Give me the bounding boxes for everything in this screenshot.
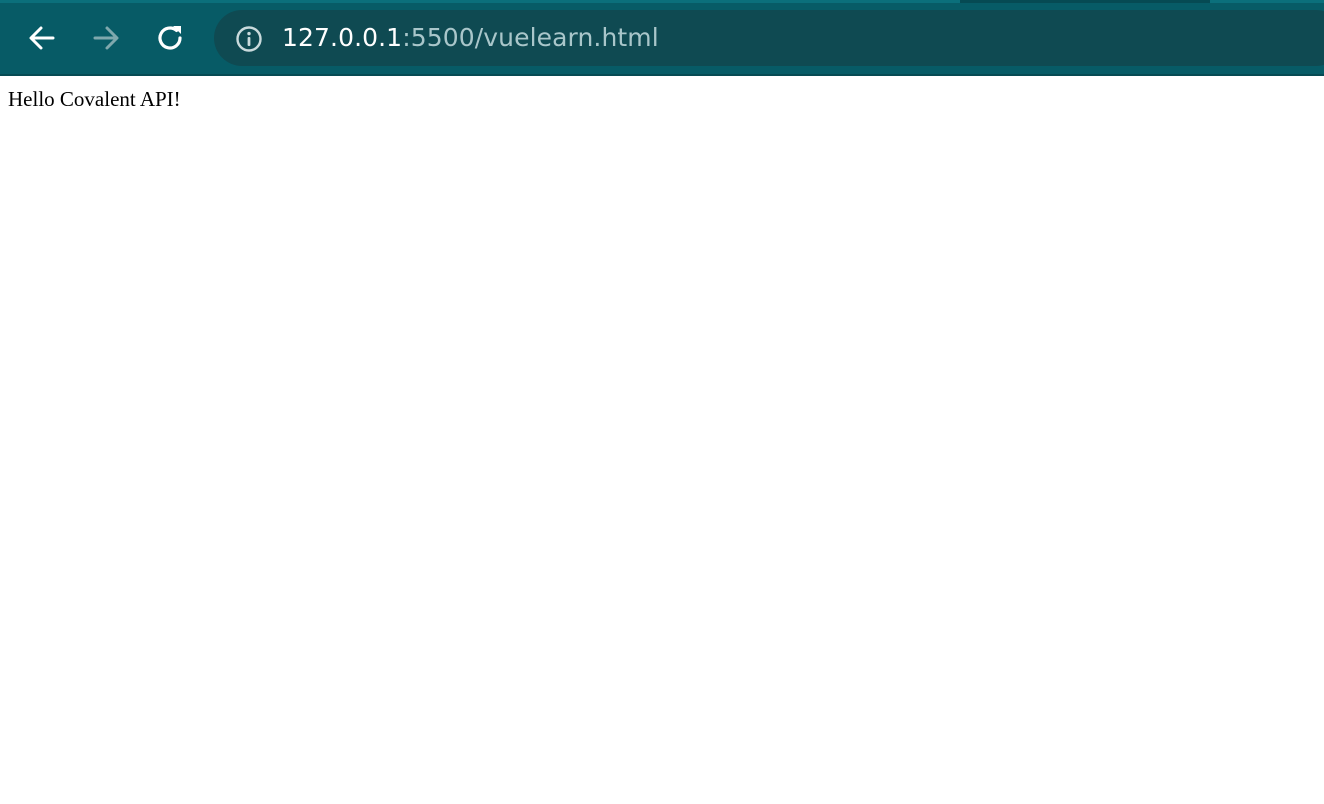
back-button[interactable]: [22, 18, 62, 58]
forward-arrow-icon: [91, 23, 121, 53]
tab-strip-edge: [0, 0, 1324, 3]
reload-button[interactable]: [150, 18, 190, 58]
reload-icon: [155, 23, 185, 53]
address-bar[interactable]: 127.0.0.1:5500/vuelearn.html: [214, 10, 1324, 66]
browser-toolbar: 127.0.0.1:5500/vuelearn.html: [0, 0, 1324, 76]
url-text[interactable]: 127.0.0.1:5500/vuelearn.html: [282, 23, 659, 53]
back-arrow-icon: [27, 23, 57, 53]
site-info-icon[interactable]: [234, 24, 264, 54]
forward-button[interactable]: [86, 18, 126, 58]
page-content: Hello Covalent API!: [0, 76, 1324, 804]
url-path: :5500/vuelearn.html: [402, 23, 659, 52]
page-text: Hello Covalent API!: [8, 87, 181, 111]
url-host: 127.0.0.1: [282, 23, 403, 52]
active-tab-edge: [960, 0, 1210, 3]
